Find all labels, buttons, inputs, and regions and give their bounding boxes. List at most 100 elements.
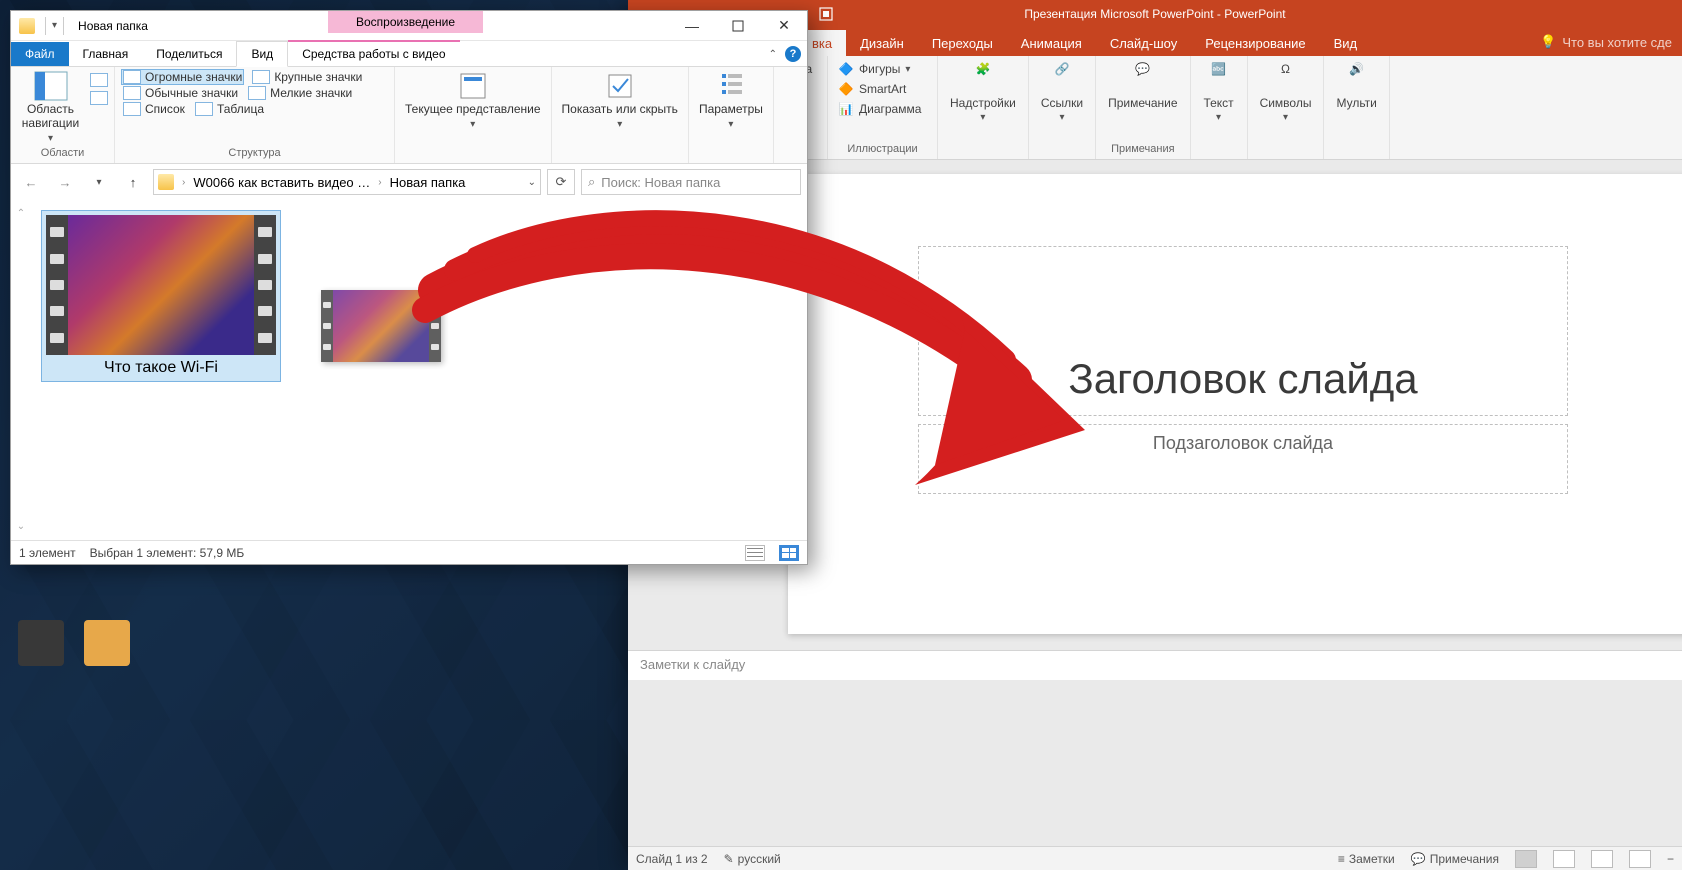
breadcrumb-part[interactable]: Новая папка <box>390 175 466 190</box>
chevron-down-icon: ▾ <box>728 119 733 131</box>
search-input[interactable]: ⌕ Поиск: Новая папка <box>581 169 801 195</box>
details-pane-button[interactable] <box>90 91 108 105</box>
addins-button[interactable]: 🧩Надстройки▾ <box>946 60 1020 125</box>
help-icon[interactable]: ? <box>785 46 801 62</box>
maximize-button[interactable] <box>715 11 761 40</box>
tab-view[interactable]: Вид <box>1320 30 1372 56</box>
slideshow-view-button[interactable] <box>1629 850 1651 868</box>
smartart-button[interactable]: 🔶SmartArt <box>836 80 923 98</box>
address-dropdown-icon[interactable]: ⌄ <box>528 177 536 188</box>
tab-home[interactable]: Главная <box>69 42 143 66</box>
close-button[interactable]: ✕ <box>761 11 807 40</box>
address-bar[interactable]: › W0066 как вставить видео … › Новая пап… <box>153 169 541 195</box>
links-button[interactable]: 🔗Ссылки▾ <box>1037 60 1087 125</box>
icons-layout-button[interactable] <box>779 545 799 561</box>
comments-toggle[interactable]: 💬 Примечания <box>1411 852 1499 866</box>
explorer-titlebar[interactable]: ▾ Новая папка Воспроизведение — ✕ <box>11 11 807 41</box>
ribbon-collapse-icon[interactable]: ⌃ <box>769 49 777 60</box>
slide-counter[interactable]: Слайд 1 из 2 <box>636 852 708 866</box>
layout-icon <box>123 70 141 84</box>
zoom-minus[interactable]: − <box>1667 852 1674 866</box>
chevron-right-icon[interactable]: › <box>180 177 187 188</box>
chevron-right-icon[interactable]: › <box>376 177 383 188</box>
shapes-icon: 🔷 <box>838 61 854 77</box>
current-view-button[interactable]: Текущее представление▾ <box>401 69 545 132</box>
language-indicator[interactable]: ✎русский <box>724 852 781 866</box>
preview-pane-button[interactable] <box>90 73 108 87</box>
recent-dropdown[interactable]: ▾ <box>85 170 113 194</box>
layout-small-icons[interactable]: Мелкие значки <box>246 85 354 101</box>
layout-list[interactable]: Список <box>121 101 187 117</box>
forward-button[interactable]: → <box>51 170 79 194</box>
subtitle-placeholder[interactable]: Подзаголовок слайда <box>918 424 1568 494</box>
layout-icon <box>248 86 266 100</box>
explorer-statusbar: 1 элемент Выбран 1 элемент: 57,9 МБ <box>11 540 807 564</box>
notes-pane[interactable]: Заметки к слайду <box>628 650 1682 680</box>
comment-button[interactable]: 💬Примечание <box>1104 60 1181 112</box>
address-bar-row: ← → ▾ ↑ › W0066 как вставить видео … › Н… <box>11 164 807 200</box>
navigation-pane-button[interactable]: Область навигации▾ <box>17 69 84 146</box>
normal-view-button[interactable] <box>1515 850 1537 868</box>
layout-large-icons[interactable]: Крупные значки <box>250 69 364 85</box>
desktop-shortcut[interactable] <box>18 620 64 666</box>
comment-icon: 💬 <box>1127 62 1159 94</box>
text-button[interactable]: 🔤Текст▾ <box>1199 60 1239 125</box>
options-button[interactable]: Параметры▾ <box>695 69 767 132</box>
layout-icon <box>123 102 141 116</box>
reading-view-button[interactable] <box>1591 850 1613 868</box>
minimize-button[interactable]: — <box>669 11 715 40</box>
refresh-button[interactable]: ⟳ <box>547 169 575 195</box>
tab-slideshow[interactable]: Слайд-шоу <box>1096 30 1191 56</box>
media-button[interactable]: 🔊Мульти <box>1332 60 1380 112</box>
tab-video-tools[interactable]: Средства работы с видео <box>288 40 459 66</box>
layout-table[interactable]: Таблица <box>193 101 266 117</box>
chart-button[interactable]: 📊Диаграмма <box>836 100 923 118</box>
context-tab-playback[interactable]: Воспроизведение <box>328 11 483 33</box>
ppt-statusbar: Слайд 1 из 2 ✎русский ≡ Заметки 💬 Примеч… <box>628 846 1682 870</box>
layout-medium-icons[interactable]: Обычные значки <box>121 85 240 101</box>
tab-transitions[interactable]: Переходы <box>918 30 1007 56</box>
notes-toggle[interactable]: ≡ Заметки <box>1338 852 1395 866</box>
chart-icon: 📊 <box>838 101 854 117</box>
chevron-down-icon: ▾ <box>48 133 53 145</box>
title-placeholder[interactable]: Заголовок слайда <box>918 246 1568 416</box>
breadcrumb-part[interactable]: W0066 как вставить видео … <box>193 175 370 190</box>
tour-icon[interactable] <box>818 6 834 22</box>
subtitle-placeholder-text: Подзаголовок слайда <box>1153 433 1333 454</box>
explorer-ribbon-tabs: Файл Главная Поделиться Вид Средства раб… <box>11 41 807 67</box>
checkbox-icon <box>605 71 635 101</box>
bulb-icon: 💡 <box>1540 34 1556 50</box>
selection-info: Выбран 1 элемент: 57,9 МБ <box>90 546 245 560</box>
video-thumbnail <box>46 215 276 355</box>
details-layout-button[interactable] <box>745 545 765 561</box>
tell-me-search[interactable]: 💡 Что вы хотите сде <box>1530 28 1682 56</box>
tab-design[interactable]: Дизайн <box>846 30 918 56</box>
textbox-icon: 🔤 <box>1203 62 1235 94</box>
up-button[interactable]: ↑ <box>119 170 147 194</box>
show-hide-button[interactable]: Показать или скрыть▾ <box>558 69 682 132</box>
options-icon <box>716 71 746 101</box>
tab-file[interactable]: Файл <box>11 42 69 66</box>
qat-dropdown-icon[interactable]: ▾ <box>52 20 57 31</box>
tab-animation[interactable]: Анимация <box>1007 30 1096 56</box>
shapes-button[interactable]: 🔷Фигуры ▾ <box>836 60 923 78</box>
tab-review[interactable]: Рецензирование <box>1191 30 1319 56</box>
symbols-button[interactable]: ΩСимволы▾ <box>1256 60 1316 125</box>
file-list[interactable]: Что такое Wi-Fi <box>31 200 807 540</box>
file-item-video[interactable]: Что такое Wi-Fi <box>41 210 281 382</box>
chevron-down-icon: ▾ <box>470 119 475 131</box>
drag-preview <box>321 290 441 362</box>
layout-icon <box>123 86 141 100</box>
explorer-content: ⌃⌄ Что такое Wi-Fi <box>11 200 807 540</box>
spellcheck-icon: ✎ <box>724 852 734 866</box>
back-button[interactable]: ← <box>17 170 45 194</box>
nav-tree-scroll[interactable]: ⌃⌄ <box>11 200 31 540</box>
window-title: Новая папка <box>78 19 148 33</box>
tab-share[interactable]: Поделиться <box>142 42 236 66</box>
file-name: Что такое Wi-Fi <box>104 359 218 377</box>
slide-canvas[interactable]: Заголовок слайда Подзаголовок слайда <box>788 174 1682 634</box>
sorter-view-button[interactable] <box>1553 850 1575 868</box>
layout-huge-icons[interactable]: Огромные значки <box>121 69 244 85</box>
tab-view[interactable]: Вид <box>236 41 288 67</box>
desktop-shortcut[interactable] <box>84 620 130 666</box>
